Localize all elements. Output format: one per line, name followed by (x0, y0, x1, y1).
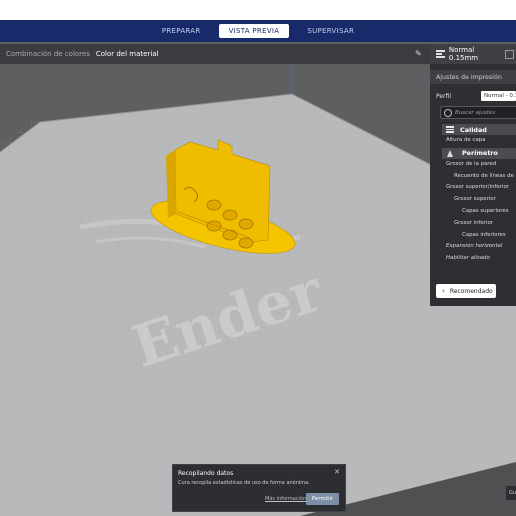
more-info-link[interactable]: Más información (265, 496, 306, 502)
pencil-icon[interactable]: ✎ (415, 49, 424, 58)
settings-search-input[interactable]: Buscar ajustes (440, 106, 516, 119)
toast-title: Recopilando datos (178, 470, 234, 477)
close-icon[interactable]: ✕ (334, 468, 340, 476)
setting-top-thickness[interactable]: Grosor superior (430, 194, 516, 206)
setting-top-bottom-thickness[interactable]: Grosor superior/inferior (430, 182, 516, 194)
tab-preview[interactable]: VISTA PREVIA (218, 24, 290, 38)
setting-bottom-layers[interactable]: Capas inferiores (430, 230, 516, 242)
setting-bottom-thickness[interactable]: Grosor inferior (430, 218, 516, 230)
setting-top-layers[interactable]: Capas superiores (430, 206, 516, 218)
tab-monitor[interactable]: SUPERVISAR (297, 24, 364, 38)
settings-search-placeholder: Buscar ajustes (455, 109, 496, 116)
profile-row: Perfil Normal - 0.15mm (430, 89, 516, 103)
section-quality[interactable]: Calidad (442, 124, 516, 135)
section-walls-label: Perímetro (462, 149, 498, 158)
print-settings-header[interactable]: Normal 0.15mm (430, 44, 516, 64)
view-options-bar: Combinación de colores Color del materia… (0, 44, 430, 64)
recommended-button[interactable]: ‹ Recomendado (436, 284, 496, 298)
color-scheme-dropdown[interactable]: Color del material (96, 50, 159, 58)
section-walls[interactable]: Perímetro (442, 147, 516, 159)
color-scheme-label: Combinación de colores (6, 50, 90, 58)
setting-wall-thickness[interactable]: Grosor de la pared (430, 159, 516, 171)
tab-prepare[interactable]: PREPARAR (152, 24, 211, 38)
profile-label: Perfil (436, 92, 452, 100)
print-settings-title: Ajustes de impresión (430, 70, 516, 84)
toast-message: Cura recopila estadísticas de uso de for… (178, 480, 310, 486)
search-icon (444, 108, 452, 117)
stage-tabs-bar: PREPARAR VISTA PREVIA SUPERVISAR (0, 20, 516, 42)
flask-icon (447, 149, 453, 157)
setting-ironing[interactable]: Habilitar alisado (430, 253, 516, 265)
chevron-left-icon: ‹ (442, 287, 445, 295)
setting-wall-line-count[interactable]: Recuento de líneas de pared (430, 171, 516, 183)
data-collection-toast: Recopilando datos Cura recopila estadíst… (172, 464, 346, 512)
print-settings-summary: Normal 0.15mm (448, 46, 479, 62)
setting-layer-height[interactable]: Altura de capa (430, 135, 516, 147)
allow-button[interactable]: Permitir (306, 493, 339, 505)
section-quality-label: Calidad (460, 125, 487, 134)
corner-guide-button[interactable]: Guia (506, 486, 516, 500)
setting-horizontal-expansion[interactable]: Expansión horizontal (430, 241, 516, 253)
recommended-button-label: Recomendado (449, 287, 493, 295)
expand-icon[interactable] (505, 49, 514, 59)
quality-icon (446, 126, 454, 134)
profile-select[interactable]: Normal - 0.15mm (481, 91, 516, 101)
print-settings-panel: Normal 0.15mm Ajustes de impresión Perfi… (430, 44, 516, 306)
window-top-strip (0, 0, 516, 20)
settings-list-icon (436, 50, 445, 58)
